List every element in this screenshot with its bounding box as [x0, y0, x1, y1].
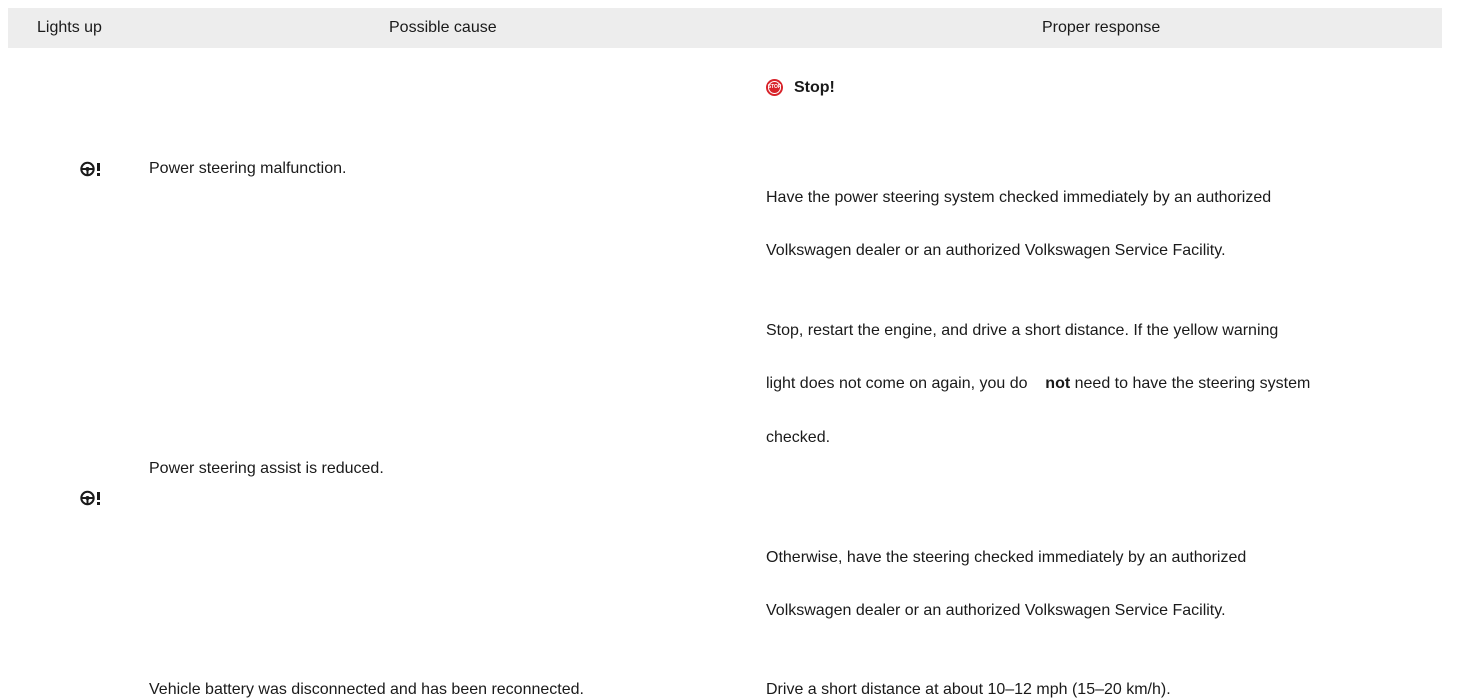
- row2-response-line2: light does not come on again, you do not…: [766, 374, 1310, 394]
- table-header: Lights up Possible cause Proper response: [8, 8, 1442, 48]
- header-proper-response: Proper response: [1042, 19, 1161, 36]
- row1-response-line2: Volkswagen dealer or an authorized Volks…: [766, 242, 1226, 259]
- stop-label: Stop!: [794, 79, 835, 96]
- row2-response-line2-start: light does not come on again, you do: [766, 375, 1028, 392]
- row2-otherwise-line2: Volkswagen dealer or an authorized Volks…: [766, 602, 1226, 619]
- power-steering-warning-icon: [80, 490, 100, 506]
- row1-cause: Power steering malfunction.: [149, 160, 347, 177]
- row2-response-line3: checked.: [766, 429, 831, 446]
- row3-cause: Vehicle battery was disconnected and has…: [149, 681, 584, 698]
- row3-response: Drive a short distance at about 10–12 mp…: [766, 681, 1171, 698]
- row2-response-line1: Stop, restart the engine, and drive a sh…: [766, 322, 1279, 339]
- stop-sign-icon: STOP: [766, 79, 783, 96]
- row1-response-line1: Have the power steering system checked i…: [766, 189, 1272, 206]
- row2-otherwise-line1: Otherwise, have the steering checked imm…: [766, 549, 1247, 566]
- header-lights-up: Lights up: [37, 19, 102, 36]
- header-possible-cause: Possible cause: [389, 19, 497, 36]
- power-steering-warning-icon: [80, 161, 100, 177]
- row2-response-line2-end: need to have the steering system: [1074, 375, 1311, 392]
- row2-cause: Power steering assist is reduced.: [149, 460, 384, 477]
- row2-response-emphasis: not: [1045, 375, 1071, 392]
